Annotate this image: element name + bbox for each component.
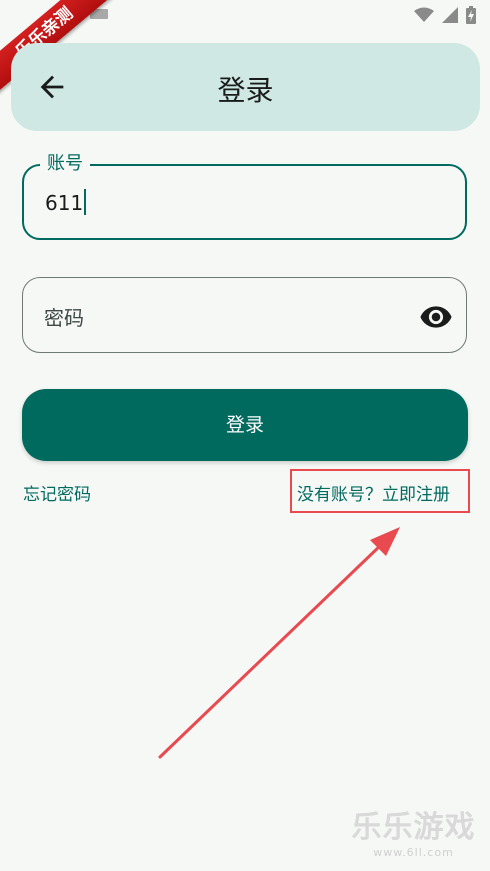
watermark-url: www.6ll.com [373,846,454,859]
annotation-highlight-box [290,469,470,513]
forgot-password-link[interactable]: 忘记密码 [23,480,91,505]
text-cursor [84,189,87,215]
watermark-brand: 乐乐游戏 [351,810,476,845]
password-placeholder: 密码 [44,306,84,330]
login-button[interactable]: 登录 [22,389,468,461]
account-label: 账号 [40,151,90,177]
battery-icon [466,6,476,24]
signal-icon [442,7,458,23]
account-value: 611 [45,191,84,215]
eye-icon[interactable] [419,300,453,334]
status-icons [414,6,476,24]
watermark: 乐乐游戏 www.6ll.com [351,810,476,860]
app-bar: 登录 [11,43,480,131]
wifi-icon [414,7,434,22]
account-field[interactable]: 账号 611 [22,151,467,240]
page-title: 登录 [217,74,274,107]
password-field[interactable]: 密码 [22,277,467,353]
account-input[interactable]: 611 [45,189,87,215]
